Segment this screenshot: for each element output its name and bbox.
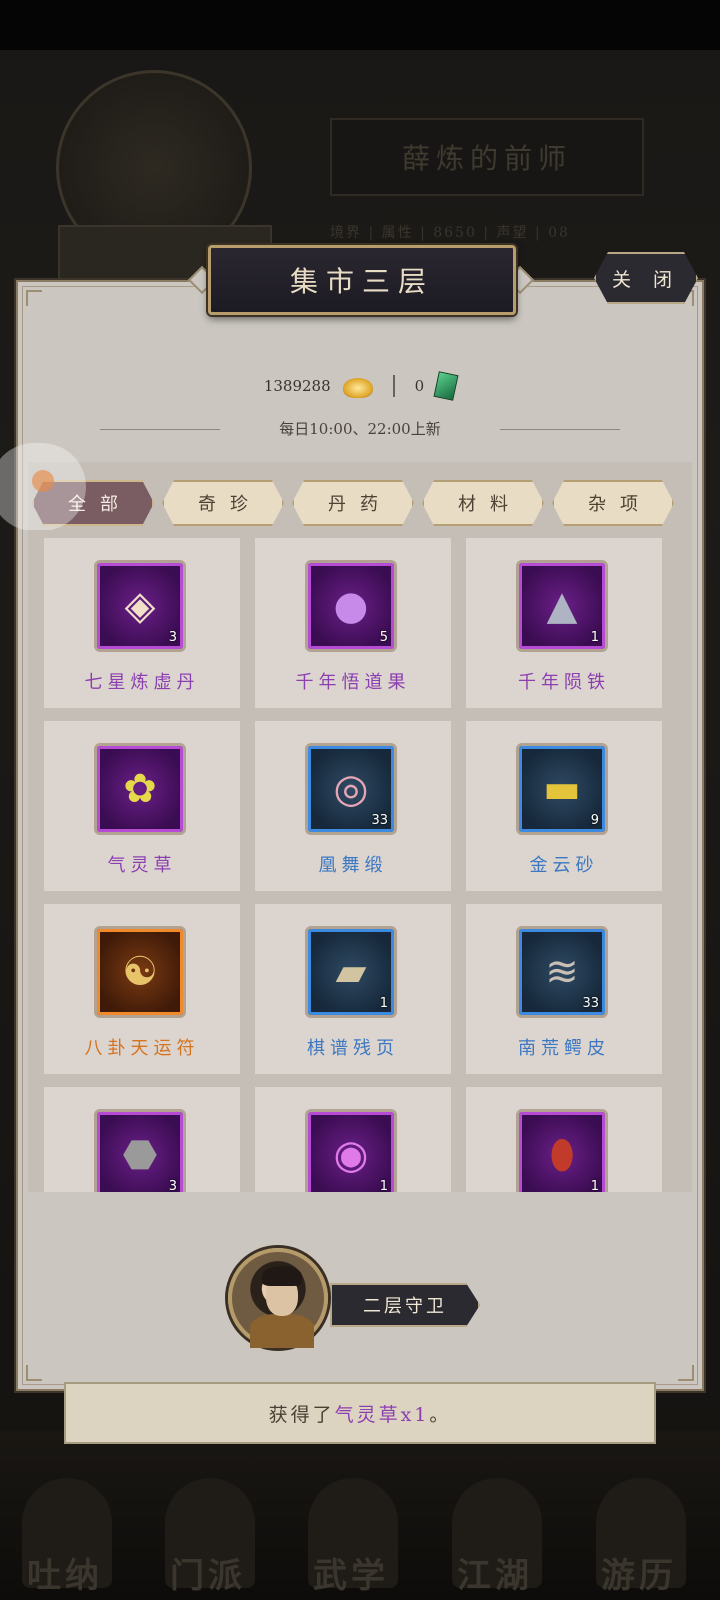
item-count: 5 (379, 630, 388, 645)
currency-divider (392, 375, 395, 397)
nav-label-tuna: 吐纳 (27, 1556, 103, 1596)
status-bar (0, 0, 720, 50)
item-name: 七星炼虚丹 (84, 672, 200, 693)
corner-ornament (26, 290, 42, 306)
item-count: 1 (590, 630, 599, 645)
guard-portrait-icon[interactable] (228, 1248, 328, 1348)
panel-title: 集市三层 (208, 245, 516, 315)
corner-ornament (26, 1365, 42, 1381)
item-grid: ◈ 3 七星炼虚丹 ● 5 千年悟道果 ▲ 1 千年陨铁 ✿ 气灵草 ◎ 33 … (28, 530, 692, 1192)
item-name: 金云砂 (529, 855, 599, 876)
nav-label-jianghu: 江湖 (457, 1556, 533, 1596)
refresh-schedule: 每日10:00、22:00上新 (0, 418, 720, 439)
currency-bar: 1389288 0 (0, 366, 720, 406)
torn-page-icon: ▰ 1 (305, 926, 397, 1018)
herb-flower-icon: ✿ (94, 743, 186, 835)
item-card[interactable]: ▰ 1 棋谱残页 (255, 904, 451, 1074)
nav-label-youli: 游历 (601, 1556, 677, 1596)
tab-misc[interactable]: 杂项 (552, 480, 674, 526)
item-name: 南荒鳄皮 (518, 1038, 610, 1059)
bagua-talisman-icon: ☯ (94, 926, 186, 1018)
toast-item: 气灵草x1 (334, 1403, 430, 1426)
item-name: 棋谱残页 (307, 1038, 399, 1059)
item-card[interactable]: ▲ 1 千年陨铁 (466, 538, 662, 708)
item-count: 1 (379, 1179, 388, 1192)
jade-token-icon (433, 371, 459, 401)
guard-label[interactable]: 二层守卫 (330, 1283, 480, 1327)
item-name: 千年悟道果 (295, 672, 411, 693)
jade-amount: 0 (414, 377, 425, 395)
item-card[interactable]: ⬣ 3 (44, 1087, 240, 1192)
nav-label-menpai: 门派 (170, 1556, 246, 1596)
nav-label-wuxue: 武学 (313, 1556, 389, 1596)
wine-jar-icon: ⬮ 1 (516, 1109, 608, 1192)
background-title: 薛炼的前师 (330, 118, 644, 196)
item-card[interactable]: ◎ 33 凰舞缎 (255, 721, 451, 891)
corner-ornament (678, 1365, 694, 1381)
tab-materials[interactable]: 材料 (422, 480, 544, 526)
item-card[interactable]: ✿ 气灵草 (44, 721, 240, 891)
item-count: 3 (168, 1179, 177, 1192)
item-name: 八卦天运符 (84, 1038, 200, 1059)
close-button[interactable]: 关 闭 (594, 252, 698, 304)
item-name: 千年陨铁 (518, 672, 610, 693)
toast-prefix: 获得了 (268, 1403, 335, 1426)
item-card[interactable]: ≋ 33 南荒鳄皮 (466, 904, 662, 1074)
toast-suffix: 。 (429, 1403, 452, 1426)
item-name: 凰舞缎 (318, 855, 388, 876)
orb-pedestal-icon: ◉ 1 (305, 1109, 397, 1192)
item-count: 1 (590, 1179, 599, 1192)
tab-treasures[interactable]: 奇珍 (162, 480, 284, 526)
item-card[interactable]: ⬮ 1 (466, 1087, 662, 1192)
item-count: 3 (168, 630, 177, 645)
item-count: 33 (582, 996, 599, 1011)
item-card[interactable]: ● 5 千年悟道果 (255, 538, 451, 708)
pill-paper-icon: ◈ 3 (94, 560, 186, 652)
background-stats: 境界 | 属性 | 8650 | 声望 | 08 (330, 225, 570, 241)
item-card[interactable]: ☯ 八卦天运符 (44, 904, 240, 1074)
item-card[interactable]: ▬ 9 金云砂 (466, 721, 662, 891)
purple-fruit-icon: ● 5 (305, 560, 397, 652)
item-card[interactable]: ◈ 3 七星炼虚丹 (44, 538, 240, 708)
gold-sand-icon: ▬ 9 (516, 743, 608, 835)
crocodile-hide-icon: ≋ 33 (516, 926, 608, 1018)
item-count: 1 (379, 996, 388, 1011)
gold-ingot-icon (342, 378, 373, 398)
reward-toast: 获得了 气灵草x1。 (64, 1382, 656, 1444)
meteorite-icon: ▲ 1 (516, 560, 608, 652)
item-count: 33 (371, 813, 388, 828)
tab-pills[interactable]: 丹药 (292, 480, 414, 526)
touch-point (32, 470, 54, 492)
ore-stone-icon: ⬣ 3 (94, 1109, 186, 1192)
gold-amount: 1389288 (263, 377, 331, 395)
silk-roll-icon: ◎ 33 (305, 743, 397, 835)
item-card[interactable]: ◉ 1 (255, 1087, 451, 1192)
item-name: 气灵草 (107, 855, 177, 876)
item-count: 9 (590, 813, 599, 828)
